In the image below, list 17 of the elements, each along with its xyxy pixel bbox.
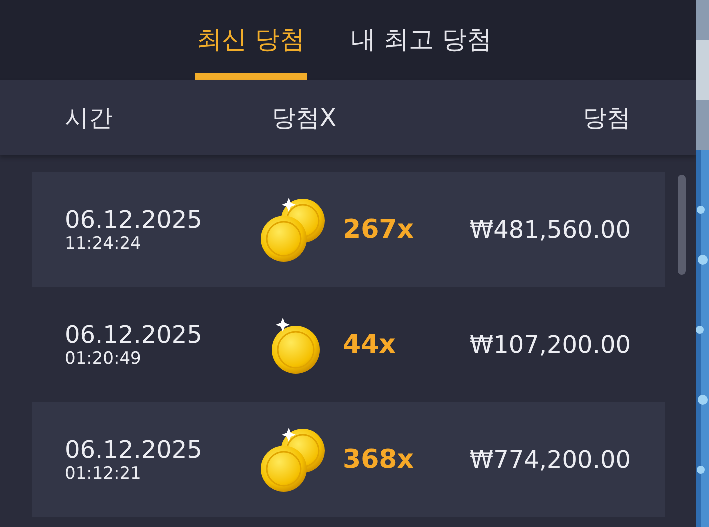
time-text: 01:20:49 [65, 348, 142, 368]
amount-text: ₩481,560.00 [470, 216, 631, 244]
multiplier-text: 267x [343, 214, 416, 244]
date-text: 06.12.2025 [65, 206, 204, 234]
amount-text: ₩774,200.00 [470, 446, 631, 474]
multiplier-text: 368x [343, 444, 416, 474]
multiplier-text: 44x [343, 330, 397, 360]
time-text: 01:12:21 [65, 464, 142, 484]
amount-text: ₩107,200.00 [470, 330, 631, 358]
scrollbar[interactable] [678, 175, 686, 275]
tab[interactable]: 내 최고 당첨 [348, 0, 494, 80]
date-text: 06.12.2025 [65, 320, 204, 348]
time-text: 11:24:24 [65, 234, 142, 254]
column-header: 당첨 [583, 102, 631, 134]
column-header: 당첨X [272, 102, 338, 134]
date-text: 06.12.2025 [65, 436, 204, 464]
column-header: 시간 [65, 102, 114, 134]
